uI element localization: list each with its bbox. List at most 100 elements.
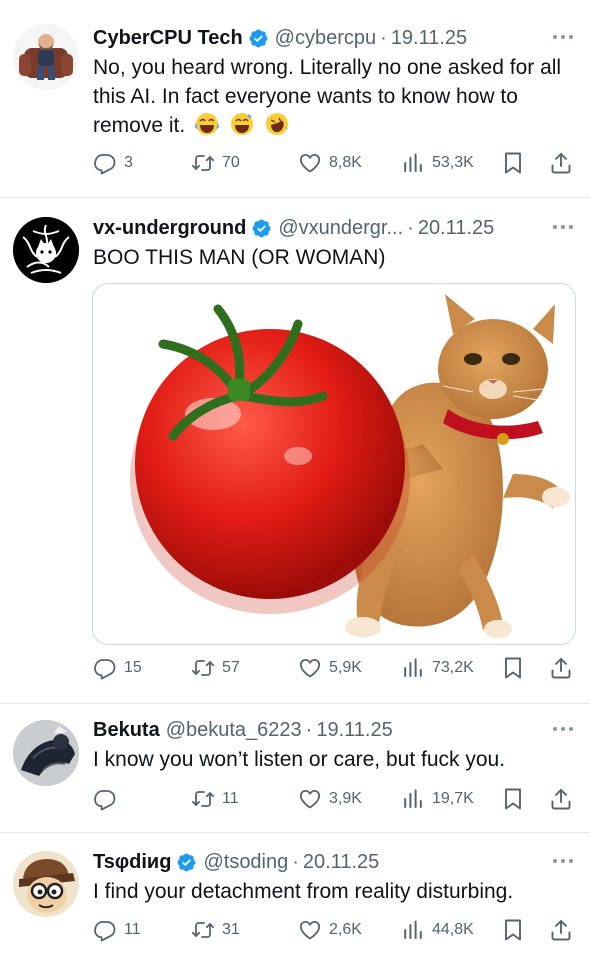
tweet-date[interactable]: 19.11.25 xyxy=(391,27,467,50)
share-icon xyxy=(549,787,573,811)
avatar-vx-underground[interactable] xyxy=(13,217,79,283)
like-button[interactable]: 3,9K xyxy=(298,784,362,814)
like-count: 3,9K xyxy=(329,790,362,807)
share-icon xyxy=(549,918,573,942)
author-handle[interactable]: @bekuta_6223 xyxy=(166,719,302,742)
repost-count: 11 xyxy=(222,790,239,807)
views-button[interactable]: 73,2K xyxy=(401,653,474,683)
share-icon xyxy=(549,656,573,680)
views-button[interactable]: 44,8K xyxy=(401,915,474,945)
grinning-sweat-face-icon xyxy=(230,113,253,135)
bookmark-icon xyxy=(501,656,525,680)
reply-icon xyxy=(93,656,117,680)
tweet-vx-underground[interactable]: vx-underground @vxundergr... · 20.11.25 … xyxy=(0,197,590,703)
author-handle[interactable]: @cybercpu xyxy=(275,27,376,50)
view-count: 53,3K xyxy=(432,154,474,171)
reply-button[interactable]: 3 xyxy=(93,148,133,178)
views-button[interactable]: 53,3K xyxy=(401,148,474,178)
face-with-tears-of-joy-icon xyxy=(195,113,220,135)
avatar-cybercpu[interactable] xyxy=(13,24,79,90)
like-count: 5,9K xyxy=(329,659,362,676)
avatar-tsoding[interactable] xyxy=(13,851,79,917)
tweet-header: Bekuta @bekuta_6223 · 19.11.25 xyxy=(93,716,576,744)
reply-count: 3 xyxy=(124,154,133,171)
reply-button[interactable]: 11 xyxy=(93,915,141,945)
views-chart-icon xyxy=(401,151,425,175)
separator-dot: · xyxy=(407,216,414,239)
bookmark-icon xyxy=(501,151,525,175)
author-name[interactable]: Bekuta xyxy=(93,719,160,742)
reply-button[interactable]: 15 xyxy=(93,653,142,683)
tweet-actions: 15 57 5,9K 73,2K xyxy=(93,653,578,683)
avatar-cat-logo-icon xyxy=(13,217,79,283)
views-button[interactable]: 19,7K xyxy=(401,784,474,814)
like-button[interactable]: 2,6K xyxy=(298,915,362,945)
avatar-dark-figure-icon xyxy=(13,720,79,786)
avatar-illustration-icon xyxy=(13,24,79,90)
share-icon xyxy=(549,151,573,175)
heart-icon xyxy=(298,918,322,942)
separator-dot: · xyxy=(305,718,313,741)
bookmark-button[interactable] xyxy=(501,784,525,814)
author-handle[interactable]: @tsoding xyxy=(203,851,288,874)
repost-icon xyxy=(191,151,215,175)
tweet-header: vx-underground @vxundergr... · 20.11.25 xyxy=(93,214,576,242)
heart-icon xyxy=(298,787,322,811)
repost-icon xyxy=(191,918,215,942)
share-button[interactable] xyxy=(549,148,573,178)
views-chart-icon xyxy=(401,656,425,680)
bookmark-button[interactable] xyxy=(501,653,525,683)
share-button[interactable] xyxy=(549,653,573,683)
share-button[interactable] xyxy=(549,784,573,814)
tweet-text: BOO THIS MAN (OR WOMAN) xyxy=(93,246,386,269)
more-options-icon[interactable] xyxy=(550,850,576,872)
bookmark-icon xyxy=(501,787,525,811)
verified-badge-icon xyxy=(248,28,269,49)
repost-count: 70 xyxy=(222,154,240,171)
view-count: 44,8K xyxy=(432,921,474,938)
share-button[interactable] xyxy=(549,915,573,945)
author-name[interactable]: Tsφdiиg xyxy=(93,851,171,874)
tweet-actions: 11 3,9K 19,7K xyxy=(93,784,578,814)
bookmark-icon xyxy=(501,918,525,942)
reply-icon xyxy=(93,151,117,175)
tweet-bekuta[interactable]: Bekuta @bekuta_6223 · 19.11.25 I know yo… xyxy=(0,703,590,832)
author-name[interactable]: vx-underground xyxy=(93,217,246,240)
separator-dot: · xyxy=(292,850,299,873)
tweet-date[interactable]: 20.11.25 xyxy=(418,217,494,240)
tweet-text: No, you heard wrong. Literally no one as… xyxy=(93,53,576,140)
tweet-media-image[interactable] xyxy=(92,283,576,645)
reply-button[interactable] xyxy=(93,784,117,814)
tweet-date[interactable]: 20.11.25 xyxy=(303,851,379,874)
like-button[interactable]: 5,9K xyxy=(298,653,362,683)
repost-icon xyxy=(191,787,215,811)
more-options-icon[interactable] xyxy=(550,216,576,238)
more-options-icon[interactable] xyxy=(550,26,576,48)
repost-button[interactable]: 70 xyxy=(191,148,240,178)
bookmark-button[interactable] xyxy=(501,148,525,178)
like-button[interactable]: 8,8K xyxy=(298,148,362,178)
reply-icon xyxy=(93,918,117,942)
reply-icon xyxy=(93,787,117,811)
separator-dot: · xyxy=(380,26,387,49)
views-chart-icon xyxy=(401,918,425,942)
tweet-cybercpu[interactable]: CyberCPU Tech @cybercpu · 19.11.25 No, y… xyxy=(0,0,590,197)
cat-throwing-tomato-icon xyxy=(130,294,570,638)
repost-button[interactable]: 11 xyxy=(191,784,239,814)
tweet-text-body: No, you heard wrong. Literally no one as… xyxy=(93,56,562,137)
author-handle[interactable]: @vxundergr... xyxy=(278,217,403,240)
repost-count: 57 xyxy=(222,659,240,676)
tweet-text: I find your detachment from reality dist… xyxy=(93,880,514,903)
repost-button[interactable]: 57 xyxy=(191,653,240,683)
author-name[interactable]: CyberCPU Tech xyxy=(93,27,243,50)
tweet-date[interactable]: 19.11.25 xyxy=(316,719,392,742)
verified-badge-icon xyxy=(251,218,272,239)
more-options-icon[interactable] xyxy=(550,718,576,740)
repost-button[interactable]: 31 xyxy=(191,915,240,945)
bookmark-button[interactable] xyxy=(501,915,525,945)
verified-badge-icon xyxy=(176,852,197,873)
tweet-header: CyberCPU Tech @cybercpu · 19.11.25 xyxy=(93,24,576,52)
avatar-bekuta[interactable] xyxy=(13,720,79,786)
like-count: 2,6K xyxy=(329,921,362,938)
tweet-tsoding[interactable]: Tsφdiиg @tsoding · 20.11.25 I find your … xyxy=(0,832,590,963)
